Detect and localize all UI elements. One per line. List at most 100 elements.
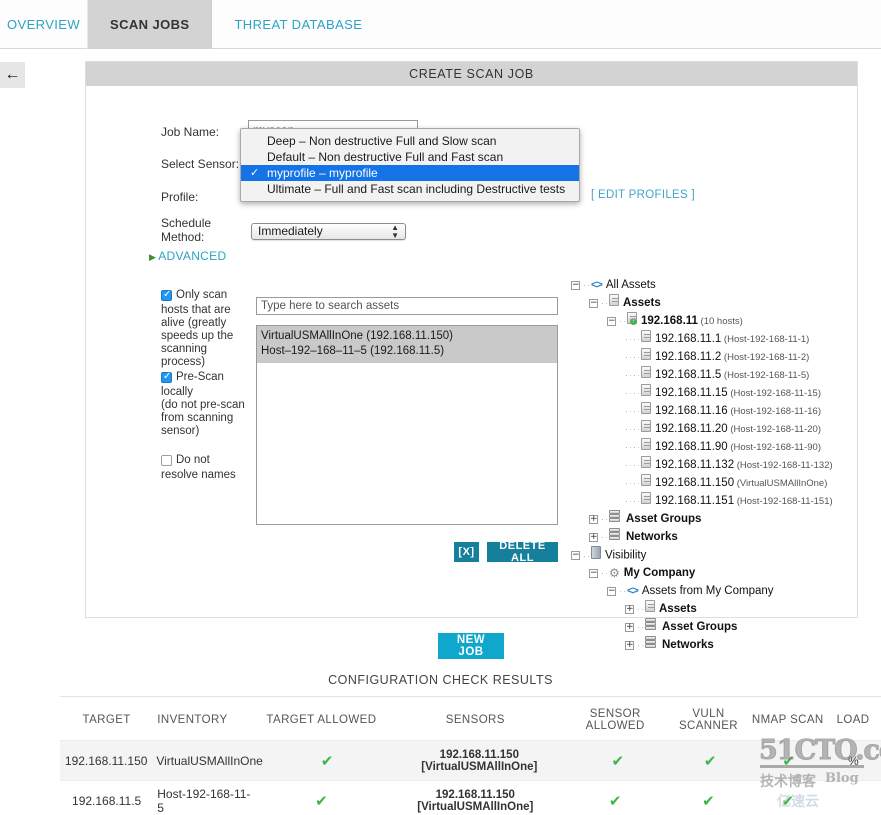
tree-node[interactable]: + ·· Asset Groups [571,510,879,528]
main-tab-bar: OVERVIEW SCAN JOBS THREAT DATABASE [0,0,881,49]
tree-node-label: 192.168.11.90 [655,441,728,453]
only-scan-alive-checkbox[interactable] [161,289,172,301]
collapse-toggle-icon[interactable]: − [571,551,580,560]
caret-right-icon: ▶ [149,252,157,262]
asset-search-input[interactable]: Type here to search assets [256,297,558,315]
expand-toggle-icon[interactable]: + [589,514,598,524]
collapse-toggle-icon[interactable]: − [607,586,616,596]
do-not-resolve-names-head: Do not [176,454,210,466]
tree-node-sublabel: (Host-192-168-11-15) [727,388,821,400]
tree-node-label: Assets [623,297,661,309]
asset-search-placeholder: Type here to search assets [261,300,400,312]
delete-all-button[interactable]: DELETE ALL [487,540,558,564]
tree-node[interactable]: ····· 192.168.11.16 (Host-192-168-11-16) [571,402,879,420]
table-header-row: TARGET INVENTORY TARGET ALLOWED SENSORS … [60,700,881,740]
tree-line: ·· [619,316,627,326]
server-add-icon: + [627,312,637,330]
cell-vuln-scanner: ✔ [702,792,715,810]
tree-node[interactable]: ····· 192.168.11.5 (Host-192-168-11-5) [571,366,879,384]
results-divider [60,696,881,697]
tree-node[interactable]: + ·· Assets [571,600,879,618]
tree-node[interactable]: + ·· Networks [571,528,879,546]
tree-line: ··· [625,478,637,488]
configuration-check-results-title: CONFIGURATION CHECK RESULTS [328,673,553,687]
option-pre-scan-locally[interactable]: Pre-Scan locally (do not pre-scan from s… [161,371,253,438]
select-sensor-label: Select Sensor: [161,157,240,171]
new-job-button[interactable]: NEW JOB [438,633,504,659]
remove-asset-button[interactable]: [X] [454,542,479,562]
collapse-toggle-icon[interactable]: − [589,568,598,578]
tree-node[interactable]: ····· 192.168.11.15 (Host-192-168-11-15) [571,384,879,402]
tree-node[interactable]: − ··<> All Assets [571,276,879,294]
collapse-toggle-icon[interactable]: − [589,298,598,308]
do-not-resolve-names-checkbox[interactable] [161,455,172,466]
collapse-toggle-icon[interactable]: − [607,316,616,326]
profile-option-label: Default – Non destructive Full and Fast … [267,150,504,164]
tree-node-sublabel: (Host-192-168-11-90) [727,442,821,454]
arrow-left-icon: ← [4,66,21,83]
tree-node[interactable]: ····· 192.168.11.90 (Host-192-168-11-90) [571,438,879,456]
profile-option-2[interactable]: ✓ myprofile – myprofile [241,165,579,181]
option-do-not-resolve-names[interactable]: Do not resolve names [161,454,253,482]
tree-node[interactable]: − ·· +192.168.11 (10 hosts) [571,312,879,330]
tree-line: ·· [633,388,641,398]
collapse-toggle-icon[interactable]: − [571,280,580,290]
code-brackets-icon: <> [591,279,603,291]
list-item[interactable]: VirtualUSMAllInOne (192.168.11.150) [261,329,553,344]
expand-toggle-icon[interactable]: + [625,622,634,632]
profile-option-3[interactable]: Ultimate – Full and Fast scan including … [241,181,579,197]
asset-groups-icon [645,618,658,636]
tab-scan-jobs[interactable]: SCAN JOBS [88,0,213,49]
tree-node[interactable]: ····· 192.168.11.132 (Host-192-168-11-132… [571,456,879,474]
tree-line: ·· [637,604,645,614]
tree-node-label: 192.168.11.15 [655,387,728,399]
selected-assets-list[interactable]: VirtualUSMAllInOne (192.168.11.150) Host… [256,325,558,525]
server-icon [609,294,619,312]
cell-load: % [847,753,859,768]
profile-option-0[interactable]: Deep – Non destructive Full and Slow sca… [241,133,579,149]
tree-node[interactable]: − ·· Assets [571,294,879,312]
tree-node[interactable]: + ·· Asset Groups [571,618,879,636]
column-header-vuln-scanner: VULN SCANNER [678,708,738,732]
tree-node[interactable]: ····· 192.168.11.1 (Host-192-168-11-1) [571,330,879,348]
back-button[interactable]: ← [0,62,25,88]
tree-node-sublabel: (Host-192-168-11-5) [721,370,810,382]
tree-node[interactable]: ····· 192.168.11.2 (Host-192-168-11-2) [571,348,879,366]
tab-threat-database[interactable]: THREAT DATABASE [212,0,384,49]
option-only-scan-alive[interactable]: Only scan hosts that are alive (greatly … [161,289,253,369]
expand-toggle-icon[interactable]: + [589,532,598,542]
server-icon [641,420,651,438]
expand-toggle-icon[interactable]: + [625,604,634,614]
profile-option-1[interactable]: Default – Non destructive Full and Fast … [241,149,579,165]
tree-node[interactable]: − ·· Visibility [571,546,879,564]
tree-node[interactable]: ····· 192.168.11.20 (Host-192-168-11-20) [571,420,879,438]
schedule-method-value: Immediately [258,224,323,238]
schedule-method-select[interactable]: Immediately ▲ ▼ [251,223,406,240]
tree-node[interactable]: + ·· Networks [571,636,879,654]
pre-scan-locally-checkbox[interactable] [161,371,172,383]
expand-toggle-icon[interactable]: + [625,640,634,650]
profile-option-label: myprofile – myprofile [267,166,378,180]
tree-line: ·· [633,370,641,380]
code-brackets-icon: <> [627,585,639,597]
server-icon [641,348,651,366]
tree-node[interactable]: ····· 192.168.11.150 (VirtualUSMAllInOne) [571,474,879,492]
tree-node[interactable]: − ··<> Assets from My Company [571,582,879,600]
tree-node[interactable]: − ··⚙ My Company [571,564,879,582]
edit-profiles-link[interactable]: [ EDIT PROFILES ] [591,189,695,201]
pre-scan-locally-head: Pre-Scan [176,371,224,383]
tree-line: ·· [601,298,609,308]
list-item[interactable]: Host–192–168–11–5 (192.168.11.5) [261,344,553,359]
table-row[interactable]: 192.168.11.5 Host-192-168-11-5 ✔ 192.168… [60,780,881,815]
cell-target-allowed: ✔ [320,752,334,770]
tree-line: ··· [625,388,637,398]
profile-dropdown-menu[interactable]: Deep – Non destructive Full and Slow sca… [240,128,580,202]
tree-line: ·· [633,496,641,506]
tree-node[interactable]: ····· 192.168.11.151 (Host-192-168-11-151… [571,492,879,510]
table-row[interactable]: 192.168.11.150 VirtualUSMAllInOne ✔ 192.… [60,740,881,780]
advanced-toggle[interactable]: ▶ ADVANCED [149,249,226,263]
do-not-resolve-names-body: resolve names [161,469,236,481]
tab-overview[interactable]: OVERVIEW [0,0,88,49]
tree-line: ·· [601,568,609,578]
tab-scan-jobs-label: SCAN JOBS [110,17,190,32]
